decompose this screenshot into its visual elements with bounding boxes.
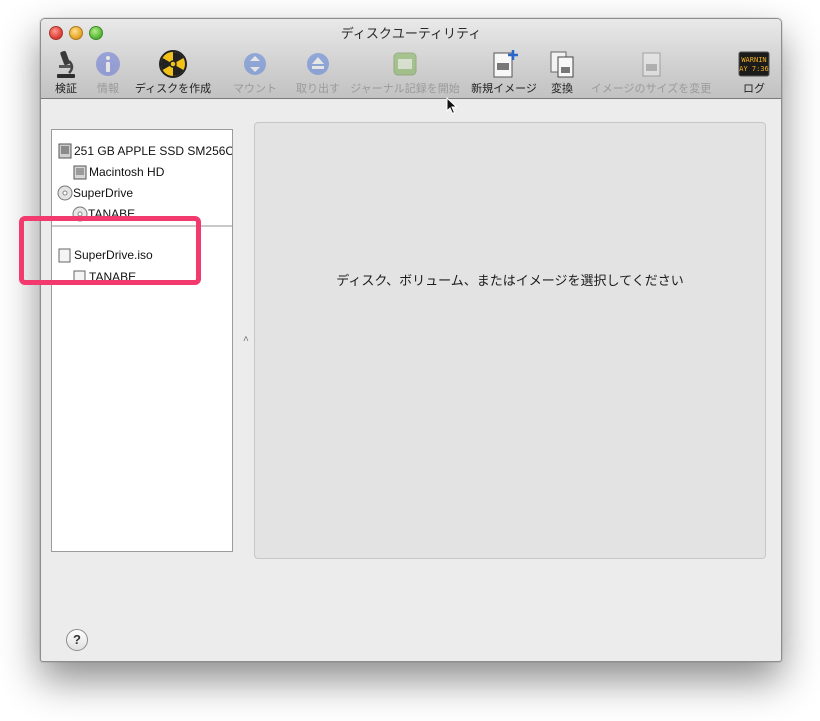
device-label: 251 GB APPLE SSD SM256C [74, 144, 233, 158]
empty-selection-message: ディスク、ボリューム、またはイメージを選択してください [336, 273, 684, 288]
eject-label: 取り出す [296, 83, 340, 95]
disk-utility-window: ディスクユーティリティ 検証 情報 ディスクを作成 マウント 取り出す ジャーナ… [40, 18, 782, 662]
info-icon [96, 52, 120, 76]
eject-icon [307, 53, 329, 75]
info-button[interactable]: 情報 [91, 49, 125, 96]
log-label: ログ [743, 83, 765, 95]
verify-label: 検証 [55, 83, 77, 95]
window-title: ディスクユーティリティ [340, 26, 482, 41]
new-image-button[interactable]: 新規イメージ [469, 49, 539, 96]
log-icon: WARNIN AY 7:36 [738, 51, 770, 77]
resize-image-button[interactable]: イメージのサイズを変更 [587, 49, 715, 96]
new-image-label: 新規イメージ [471, 83, 537, 95]
device-list[interactable]: 251 GB APPLE SSD SM256C Macintosh HD Sup… [51, 129, 233, 552]
journal-label: ジャーナル記録を開始 [350, 83, 460, 95]
mouse-pointer-icon [446, 97, 458, 115]
convert-button[interactable]: 変換 [547, 49, 577, 96]
convert-label: 変換 [551, 83, 573, 95]
mount-label: マウント [233, 83, 277, 95]
microscope-icon [57, 50, 75, 78]
mount-icon [244, 53, 266, 75]
mount-button[interactable]: マウント [227, 49, 283, 96]
resize-image-icon [642, 52, 661, 77]
new-image-icon [493, 50, 518, 78]
svg-text:WARNIN: WARNIN [741, 56, 766, 64]
internal-disk-icon [58, 143, 72, 159]
detail-pane: ディスク、ボリューム、またはイメージを選択してください [254, 122, 766, 559]
volume-label: Macintosh HD [89, 165, 165, 179]
help-button[interactable]: ? [66, 629, 88, 651]
eject-button[interactable]: 取り出す [293, 49, 343, 96]
svg-text:AY 7:36: AY 7:36 [739, 65, 769, 73]
burn-label: ディスクを作成 [134, 83, 212, 95]
journal-button[interactable]: ジャーナル記録を開始 [347, 49, 463, 96]
title-toolbar: ディスクユーティリティ 検証 情報 ディスクを作成 マウント 取り出す ジャーナ… [41, 19, 781, 99]
highlight-box [19, 216, 201, 285]
convert-icon [550, 51, 574, 78]
optical-drive-icon [57, 185, 73, 201]
volume-icon [73, 165, 87, 180]
resize-image-label: イメージのサイズを変更 [590, 83, 712, 95]
verify-button[interactable]: 検証 [49, 49, 83, 96]
split-view-handle[interactable]: ˄ [243, 335, 249, 345]
burn-icon [159, 50, 187, 78]
info-label: 情報 [97, 83, 119, 95]
burn-button[interactable]: ディスクを作成 [131, 49, 215, 96]
journal-icon [393, 52, 417, 76]
log-button[interactable]: WARNIN AY 7:36 ログ [737, 49, 771, 96]
device-label: SuperDrive [73, 186, 134, 200]
